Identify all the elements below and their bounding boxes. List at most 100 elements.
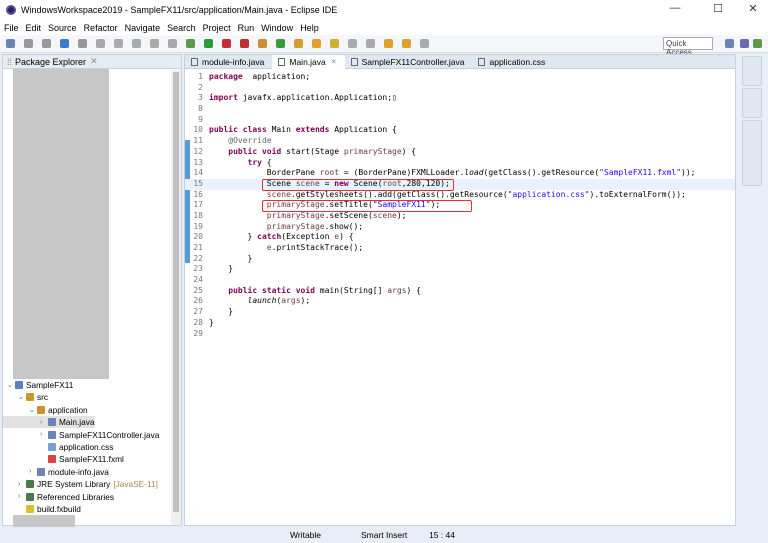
toolbar-icon[interactable] <box>186 39 195 48</box>
tree-item[interactable]: › module-info.java <box>3 466 109 478</box>
expand-toggle-icon[interactable]: › <box>40 419 48 426</box>
toolbar-icon[interactable] <box>276 39 285 48</box>
line-number: 29 <box>193 328 203 338</box>
code-line[interactable]: 3 import javafx.application.Application;▯ <box>185 93 735 104</box>
code-line[interactable]: 27 } <box>185 307 735 318</box>
menu-help[interactable]: Help <box>300 23 319 33</box>
code-line[interactable]: 9 <box>185 115 735 126</box>
toolbar-icon[interactable] <box>330 39 339 48</box>
code-line[interactable]: 26 launch(args); <box>185 296 735 307</box>
code-line[interactable]: 10 public class Main extends Application … <box>185 125 735 136</box>
code-line[interactable]: 18 primaryStage.setScene(scene); <box>185 211 735 222</box>
expand-toggle-icon[interactable]: ⌄ <box>7 381 15 389</box>
expand-toggle-icon[interactable]: › <box>18 481 26 488</box>
code-line[interactable]: 8 <box>185 104 735 115</box>
expand-toggle-icon[interactable]: ⌄ <box>18 393 26 401</box>
tab-samplefx11controller-java[interactable]: SampleFX11Controller.java <box>345 55 473 69</box>
expand-toggle-icon[interactable]: › <box>18 493 26 500</box>
menu-edit[interactable]: Edit <box>26 23 42 33</box>
expand-toggle-icon[interactable]: › <box>29 468 37 475</box>
toolbar-icon[interactable] <box>222 39 231 48</box>
quick-access-input[interactable]: Quick Access <box>663 37 713 57</box>
tree-item[interactable]: › Main.java <box>3 416 95 429</box>
toolbar-icon[interactable] <box>150 39 159 48</box>
code-line[interactable]: 11 @Override <box>185 136 735 147</box>
perspective-icon[interactable] <box>725 39 734 48</box>
tree-item[interactable]: › SampleFX11Controller.java <box>3 429 159 441</box>
perspective-icon[interactable] <box>740 39 749 48</box>
code-line[interactable]: 21 e.printStackTrace(); <box>185 243 735 254</box>
tree-item[interactable]: ⌄ SampleFX11 <box>3 379 73 391</box>
code-line[interactable]: 23 } <box>185 264 735 275</box>
toolbar-icon[interactable] <box>42 39 51 48</box>
close-button[interactable]: ✕ <box>738 2 768 18</box>
code-line[interactable]: 19 primaryStage.show(); <box>185 222 735 233</box>
package-explorer-title[interactable]: Package Explorer <box>15 57 86 67</box>
code-line[interactable]: 12 public void start(Stage primaryStage)… <box>185 147 735 158</box>
trim-group[interactable] <box>742 88 762 118</box>
toolbar-icon[interactable] <box>96 39 105 48</box>
menu-run[interactable]: Run <box>238 23 255 33</box>
tree-item[interactable]: SampleFX11.fxml <box>3 453 124 465</box>
tab-close-icon[interactable]: ✕ <box>331 58 337 66</box>
toolbar-icon[interactable] <box>348 39 357 48</box>
toolbar-icon[interactable] <box>240 39 249 48</box>
toolbar-icon[interactable] <box>78 39 87 48</box>
tab-module-info-java[interactable]: module-info.java <box>185 55 272 69</box>
code-token: ) { <box>401 146 417 156</box>
expand-toggle-icon[interactable]: › <box>40 431 48 438</box>
toolbar-icon[interactable] <box>6 39 15 48</box>
perspective-icon[interactable] <box>753 39 762 48</box>
toolbar-icon[interactable] <box>168 39 177 48</box>
toolbar-icon[interactable] <box>384 39 393 48</box>
code-line[interactable]: 22 } <box>185 254 735 265</box>
trim-group[interactable] <box>742 56 762 86</box>
tab-label: Main.java <box>289 57 326 67</box>
toolbar-icon[interactable] <box>204 39 213 48</box>
code-line[interactable]: 2 <box>185 83 735 94</box>
code-line[interactable]: 20 } catch(Exception e) { <box>185 232 735 243</box>
minimize-button[interactable]: — <box>660 2 690 18</box>
toolbar-icon[interactable] <box>60 39 69 48</box>
code-line[interactable]: 28} <box>185 318 735 329</box>
tab-main-java[interactable]: Main.java ✕ <box>272 55 345 69</box>
toolbar-icon[interactable] <box>402 39 411 48</box>
code-line[interactable]: 1 package application; <box>185 72 735 83</box>
tree-item[interactable]: › JRE System Library [JavaSE-11] <box>3 478 158 490</box>
code-token: ) { <box>339 232 354 242</box>
tab-application-css[interactable]: application.css <box>472 55 553 69</box>
menu-project[interactable]: Project <box>203 23 231 33</box>
toolbar-icon[interactable] <box>24 39 33 48</box>
menu-refactor[interactable]: Refactor <box>84 23 118 33</box>
menu-window[interactable]: Window <box>261 23 293 33</box>
menu-file[interactable]: File <box>4 23 19 33</box>
maximize-button[interactable]: ☐ <box>703 2 733 18</box>
code-line[interactable]: 24 <box>185 275 735 286</box>
menu-navigate[interactable]: Navigate <box>125 23 161 33</box>
toolbar-icon[interactable] <box>114 39 123 48</box>
toolbar-icon[interactable] <box>420 39 429 48</box>
menu-source[interactable]: Source <box>48 23 77 33</box>
expand-toggle-icon[interactable]: ⌄ <box>29 406 37 414</box>
code-line[interactable]: 14 BorderPane root = (BorderPane)FXMLLoa… <box>185 168 735 179</box>
tree-item[interactable]: application.css <box>3 441 113 453</box>
trim-group[interactable] <box>742 120 762 186</box>
close-view-icon[interactable]: ✕ <box>90 56 98 67</box>
menu-search[interactable]: Search <box>167 23 196 33</box>
code-line[interactable]: 16 scene.getStylesheets().add(getClass()… <box>185 190 735 201</box>
toolbar-icon[interactable] <box>132 39 141 48</box>
package-explorer-header: ⁞⁞ Package Explorer ✕ <box>3 55 181 69</box>
code-line[interactable]: 13 try { <box>185 158 735 169</box>
tree-item[interactable]: ⌄ src <box>3 391 48 403</box>
toolbar-icon[interactable] <box>366 39 375 48</box>
tree-item[interactable]: ⌄ application <box>3 404 88 416</box>
toolbar-icon[interactable] <box>294 39 303 48</box>
code-line[interactable]: 25 public static void main(String[] args… <box>185 286 735 297</box>
vertical-scrollbar[interactable] <box>171 70 181 525</box>
tree-item[interactable]: › Referenced Libraries <box>3 491 114 503</box>
scrollbar-thumb[interactable] <box>173 72 179 512</box>
code-line[interactable]: 29 <box>185 329 735 340</box>
tree-item[interactable]: build.fxbuild <box>3 503 81 515</box>
toolbar-icon[interactable] <box>258 39 267 48</box>
toolbar-icon[interactable] <box>312 39 321 48</box>
